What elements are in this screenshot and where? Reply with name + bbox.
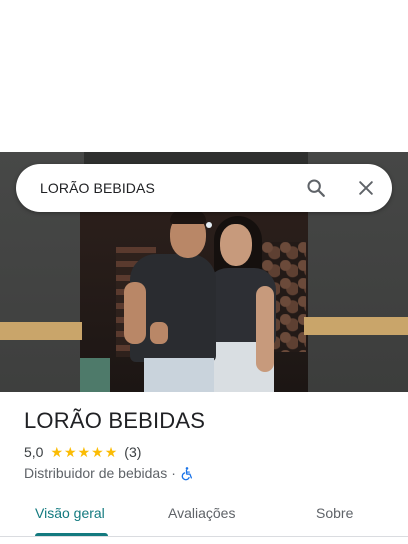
photo-floor-box xyxy=(80,358,110,392)
place-name: LORÃO BEBIDAS xyxy=(24,408,206,433)
search-icon xyxy=(307,179,325,197)
tabs-divider xyxy=(0,536,408,537)
search-input[interactable]: LORÃO BEBIDAS xyxy=(40,180,294,196)
photo-person-1-legs xyxy=(144,358,214,392)
rating-row[interactable]: 5,0 ★ ★ ★ ★ ★ (3) xyxy=(24,444,141,460)
star-icon: ★ xyxy=(64,444,77,460)
star-icon: ★ xyxy=(50,444,64,460)
photo-person-1-hair xyxy=(170,210,206,224)
place-category: Distribuidor de bebidas xyxy=(24,465,168,481)
review-count[interactable]: (3) xyxy=(124,444,141,460)
close-button[interactable] xyxy=(344,166,388,210)
photo-person-1-arm xyxy=(124,282,146,344)
close-icon xyxy=(359,181,373,195)
blank-top-area xyxy=(0,0,408,152)
search-button[interactable] xyxy=(294,166,338,210)
category-row: Distribuidor de bebidas · xyxy=(24,465,194,481)
star-icon: ★ xyxy=(77,444,91,460)
photo-person-2-arm xyxy=(256,286,274,372)
wheelchair-icon xyxy=(181,466,192,480)
star-icon: ★ xyxy=(104,444,118,460)
photo-plank-right xyxy=(304,317,408,335)
tab-overview[interactable]: Visão geral xyxy=(35,505,105,521)
tab-bar: Visão geral Avaliações Sobre xyxy=(0,494,408,536)
star-icon: ★ xyxy=(91,444,104,460)
photo-lamp xyxy=(206,222,212,228)
photo-person-2-head xyxy=(220,224,252,266)
rating-stars: ★ ★ ★ ★ ★ xyxy=(50,445,118,459)
search-bar[interactable]: LORÃO BEBIDAS xyxy=(16,164,392,212)
photo-plank-left xyxy=(0,322,82,340)
rating-value: 5,0 xyxy=(24,444,44,460)
photo-thumbs-up xyxy=(150,322,168,344)
separator-dot: · xyxy=(171,465,176,481)
tab-reviews[interactable]: Avaliações xyxy=(168,505,235,521)
tab-about[interactable]: Sobre xyxy=(316,505,353,521)
